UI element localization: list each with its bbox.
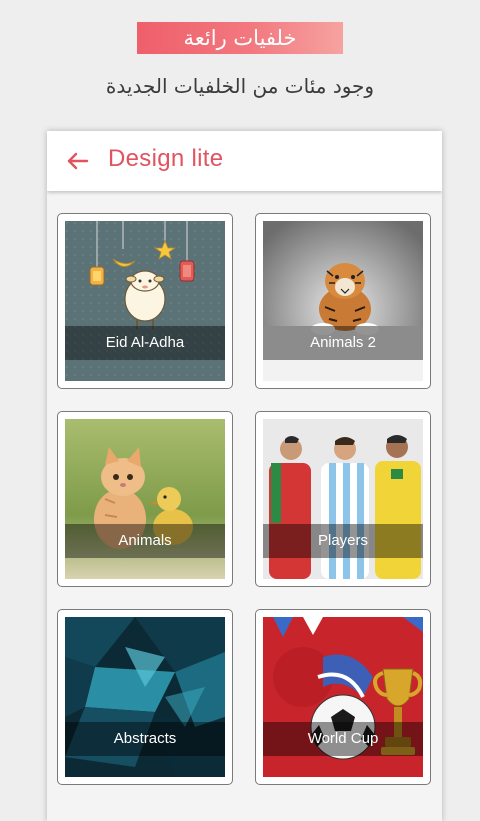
category-card-world-cup[interactable]: World Cup bbox=[255, 609, 431, 785]
players-image: Players bbox=[263, 419, 423, 579]
category-card-animals[interactable]: Animals bbox=[57, 411, 233, 587]
category-card-abstracts[interactable]: Abstracts bbox=[57, 609, 233, 785]
kitten-duckling-image: Animals bbox=[65, 419, 225, 579]
phone-screen: Design lite Eid Al-Adha Animals 2 Animal… bbox=[47, 131, 442, 821]
abstract-polygon-image: Abstracts bbox=[65, 617, 225, 777]
category-card-animals-2[interactable]: Animals 2 bbox=[255, 213, 431, 389]
world-cup-image: World Cup bbox=[263, 617, 423, 777]
eid-sheep-image: Eid Al-Adha bbox=[65, 221, 225, 381]
tiger-snow-image: Animals 2 bbox=[263, 221, 423, 381]
card-label: World Cup bbox=[307, 730, 379, 747]
card-label: Animals bbox=[118, 532, 172, 549]
card-label: Eid Al-Adha bbox=[105, 334, 185, 351]
app-bar: Design lite bbox=[47, 131, 442, 191]
arrow-left-icon[interactable] bbox=[63, 146, 93, 176]
promo-badge: خلفيات رائعة bbox=[137, 22, 343, 54]
card-label: Abstracts bbox=[113, 730, 177, 747]
promo-subtitle: وجود مئات من الخلفيات الجديدة bbox=[105, 74, 375, 98]
category-card-players[interactable]: Players bbox=[255, 411, 431, 587]
card-label: Players bbox=[317, 532, 369, 549]
card-label: Animals 2 bbox=[310, 334, 376, 351]
app-title: Design lite bbox=[108, 145, 224, 172]
category-card-eid-al-adha[interactable]: Eid Al-Adha bbox=[57, 213, 233, 389]
